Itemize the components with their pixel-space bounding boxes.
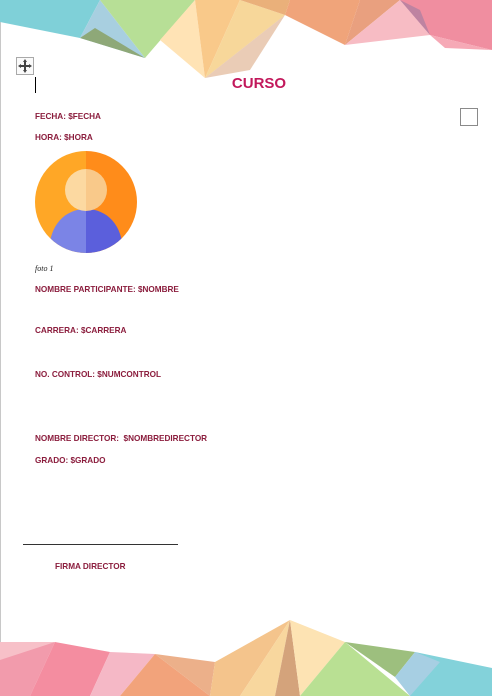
- content-control-checkbox[interactable]: [460, 108, 478, 126]
- field-nombre-director: NOMBRE DIRECTOR: $NOMBREDIRECTOR: [35, 434, 208, 443]
- top-decoration: [0, 0, 492, 78]
- table-move-handle-icon[interactable]: [16, 57, 34, 75]
- field-carrera: CARRERA: $CARRERA: [35, 326, 127, 335]
- field-no-control: NO. CONTROL: $NUMCONTROL: [35, 370, 161, 379]
- field-hora: HORA: $HORA: [35, 133, 93, 142]
- document-title: CURSO: [231, 75, 287, 92]
- field-nombre-participante: NOMBRE PARTICIPANTE: $NOMBRE: [35, 285, 179, 294]
- photo-caption: foto 1: [35, 264, 54, 273]
- signature-label: FIRMA DIRECTOR: [55, 562, 126, 571]
- page-left-border: [0, 0, 1, 696]
- field-grado: GRADO: $GRADO: [35, 456, 106, 465]
- field-fecha: FECHA: $FECHA: [35, 112, 101, 121]
- bottom-decoration: [0, 620, 492, 696]
- signature-line: [23, 544, 178, 545]
- user-avatar-icon: [35, 151, 137, 253]
